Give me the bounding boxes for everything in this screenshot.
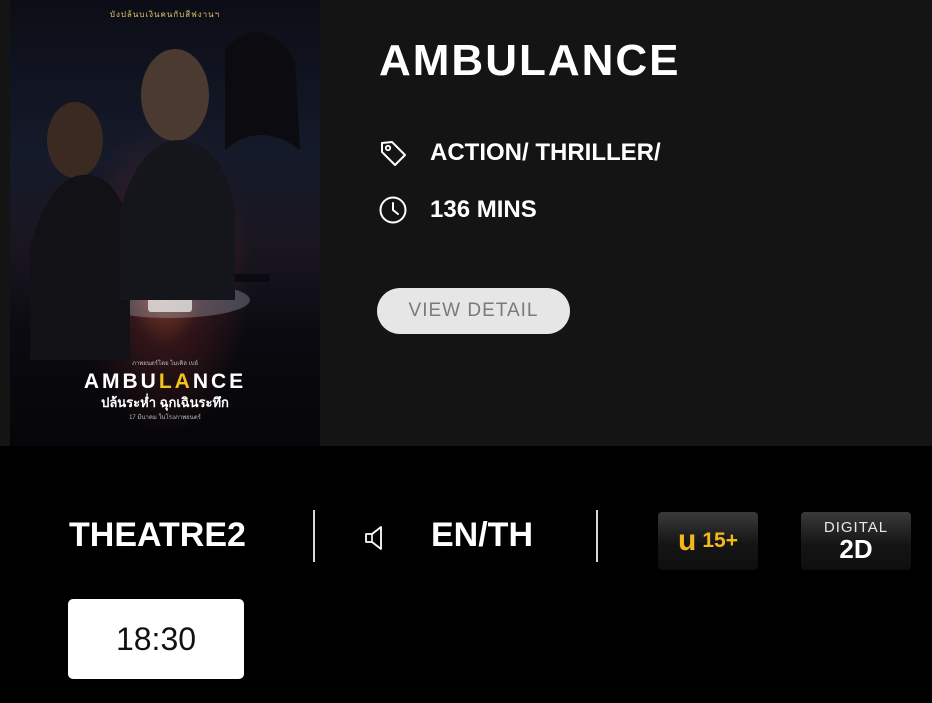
duration-text: 136 MINS <box>430 196 537 223</box>
genre-row: ACTION/ THRILLER/ <box>378 138 661 168</box>
speaker-icon <box>363 524 391 557</box>
rating-age: 15+ <box>702 529 738 552</box>
divider <box>596 510 598 562</box>
poster-title-highlight: LA <box>158 370 193 393</box>
poster-title-part1: AMBU <box>83 370 159 393</box>
showtime-button[interactable]: 18:30 <box>68 599 244 679</box>
age-rating-badge: u 15+ <box>658 512 758 570</box>
genre-text: ACTION/ THRILLER/ <box>430 139 661 166</box>
poster-credit: ภาพยนตร์โดย ไมเคิล เบย์ <box>131 361 199 367</box>
divider <box>313 510 315 562</box>
poster-subtitle: ปล้นระห่ำ ฉุกเฉินระทึก <box>101 395 229 410</box>
rating-letter: u <box>678 524 697 557</box>
poster-release-date: 17 มีนาคม ในโรงภาพยนตร์ <box>129 415 201 421</box>
poster-tagline: บังปล้นบเงินคนกับสีฟงานฯ <box>109 10 221 19</box>
poster-title-part2: NCE <box>192 370 247 393</box>
duration-row: 136 MINS <box>378 195 537 225</box>
screening-info: THEATRE2 EN/TH u 15+ DIGITAL 2D <box>0 510 932 570</box>
tag-icon <box>378 138 408 168</box>
movie-poster[interactable]: บังปล้นบเงินคนกับสีฟงานฯ ภาพยนตร์โดย ไมเ… <box>10 0 320 446</box>
view-detail-button[interactable]: VIEW DETAIL <box>377 288 570 334</box>
format-bottom: 2D <box>839 534 873 564</box>
theatre-label: THEATRE2 <box>69 516 246 554</box>
language-label: EN/TH <box>431 516 533 554</box>
poster-title: AMBULANCE <box>10 370 320 394</box>
movie-title: AMBULANCE <box>379 36 681 85</box>
format-badge: DIGITAL 2D <box>801 512 911 570</box>
clock-icon <box>378 195 408 225</box>
